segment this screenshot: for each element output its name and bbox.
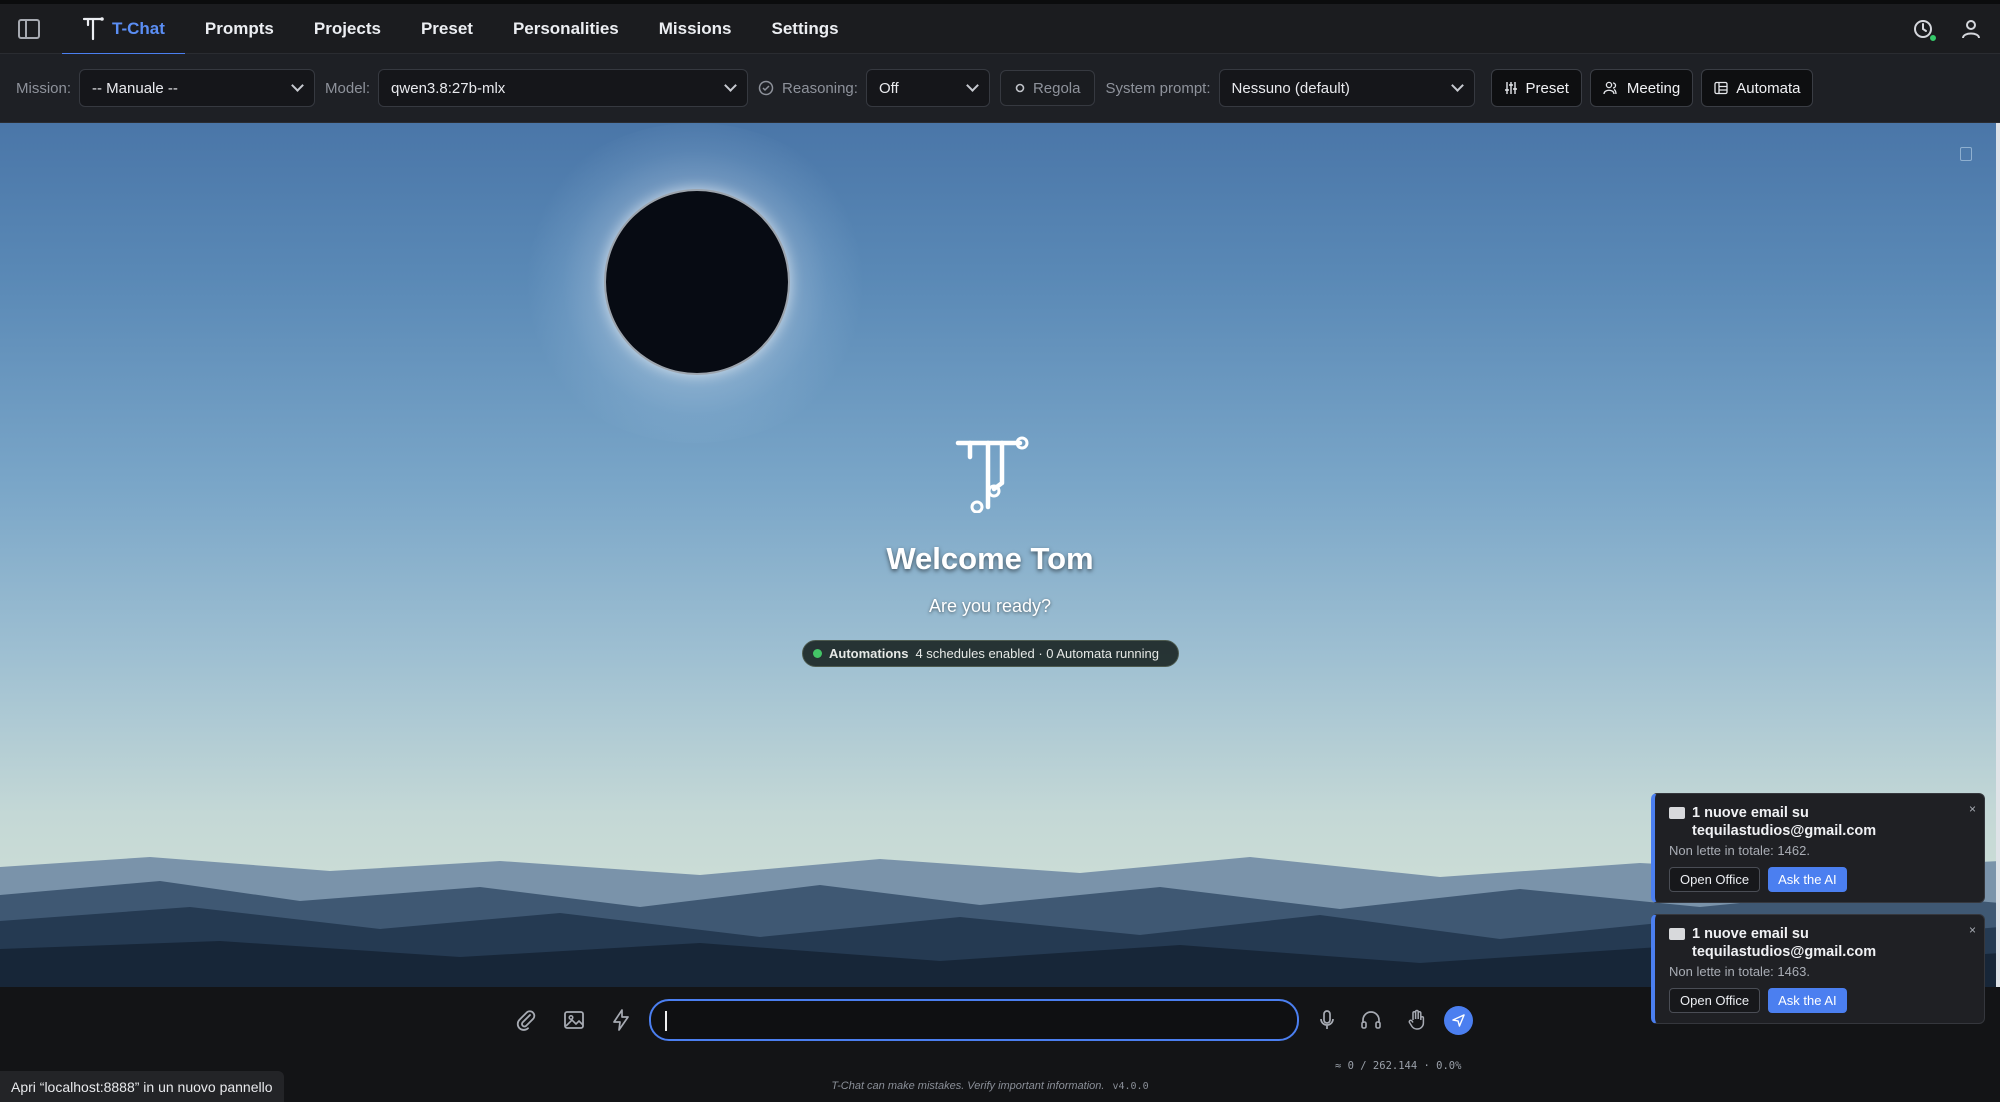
user-icon[interactable] <box>1960 18 1982 40</box>
t-chat-logo-icon <box>82 17 104 41</box>
mission-label: Mission: <box>16 79 72 97</box>
meeting-label: Meeting <box>1626 79 1681 97</box>
nav-item-label: Projects <box>313 19 381 38</box>
version-label: v4.0.0 <box>1112 1081 1149 1092</box>
nav-item-personalities[interactable]: Personalities <box>493 4 639 54</box>
microphone-icon[interactable] <box>1315 1008 1339 1032</box>
reasoning-select[interactable]: Off <box>865 69 990 107</box>
model-label: Model: <box>325 79 371 97</box>
document-icon[interactable] <box>1960 147 1972 161</box>
link-status-tooltip: Apri “localhost:8888” in un nuovo pannel… <box>0 1071 284 1102</box>
automations-label: Automations <box>829 646 909 661</box>
regola-label: Regola <box>1032 79 1081 97</box>
image-icon[interactable] <box>562 1008 586 1032</box>
nav-item-label: Personalities <box>512 19 619 38</box>
top-right-actions <box>1912 18 1982 42</box>
nav-item-t-chat[interactable]: T-Chat <box>62 4 185 55</box>
sidebar-toggle-icon[interactable] <box>18 19 40 39</box>
notification-title: 1 nuove email su tequilastudios@gmail.co… <box>1669 925 1970 961</box>
automations-status-badge[interactable]: Automations 4 schedules enabled · 0 Auto… <box>802 640 1179 667</box>
chevron-down-icon <box>966 79 979 92</box>
nav-item-missions[interactable]: Missions <box>639 4 752 54</box>
chat-toolbar: Mission: -- Manuale -- Model: qwen3.8:27… <box>0 54 2000 123</box>
page-scrollbar[interactable] <box>1996 123 2000 987</box>
nav-item-label: Settings <box>771 19 839 38</box>
token-counter: ≈ 0 / 262.144 · 0.0% <box>1335 1060 1462 1072</box>
layout-icon <box>1714 81 1728 95</box>
chat-message-input[interactable] <box>649 999 1299 1041</box>
model-select[interactable]: qwen3.8:27b-mlx <box>378 69 749 107</box>
automata-button[interactable]: Automata <box>1701 69 1814 107</box>
close-icon[interactable]: × <box>1969 802 1976 816</box>
welcome-subtitle: Are you ready? <box>928 596 1052 616</box>
t-chat-hero-logo-icon <box>955 436 1029 513</box>
gear-icon <box>1015 83 1025 93</box>
send-button[interactable] <box>1444 1006 1473 1035</box>
model-value: qwen3.8:27b-mlx <box>391 79 506 97</box>
notification-actions: Open Office Ask the AI <box>1669 867 1970 892</box>
notification-actions: Open Office Ask the AI <box>1669 988 1970 1013</box>
regola-button[interactable]: Regola <box>999 70 1096 106</box>
open-office-button[interactable]: Open Office <box>1669 988 1761 1013</box>
open-office-button[interactable]: Open Office <box>1669 867 1761 892</box>
mailbox-icon <box>1669 928 1685 940</box>
mission-value: -- Manuale -- <box>92 79 178 97</box>
reasoning-check-icon <box>758 80 774 96</box>
preset-button[interactable]: Preset <box>1490 69 1582 107</box>
eclipse-image <box>604 189 790 375</box>
system-prompt-value: Nessuno (default) <box>1231 79 1350 97</box>
notification-title-text: 1 nuove email su tequilastudios@gmail.co… <box>1692 926 1877 960</box>
hand-icon[interactable] <box>1405 1008 1429 1032</box>
headphones-icon[interactable] <box>1359 1008 1383 1032</box>
nav-item-prompts[interactable]: Prompts <box>185 4 294 54</box>
users-icon <box>1603 81 1617 95</box>
notification-subtitle: Non lette in totale: 1462. <box>1669 843 1810 858</box>
sliders-icon <box>1504 82 1517 94</box>
disclaimer-text: T-Chat can make mistakes. Verify importa… <box>0 1080 1980 1092</box>
chevron-down-icon <box>1450 79 1464 92</box>
nav-item-settings[interactable]: Settings <box>752 4 859 54</box>
close-icon[interactable]: × <box>1969 923 1976 937</box>
email-notification-toast: 1 nuove email su tequilastudios@gmail.co… <box>1651 914 1985 1024</box>
notification-title: 1 nuove email su tequilastudios@gmail.co… <box>1669 804 1970 840</box>
main-nav: T-Chat Prompts Projects Preset Personali… <box>62 4 859 55</box>
ask-the-ai-button[interactable]: Ask the AI <box>1768 867 1847 892</box>
preset-label: Preset <box>1525 79 1569 97</box>
lightning-icon[interactable] <box>609 1008 633 1032</box>
meeting-button[interactable]: Meeting <box>1589 69 1694 107</box>
nav-item-projects[interactable]: Projects <box>294 4 401 54</box>
system-prompt-select[interactable]: Nessuno (default) <box>1218 69 1475 107</box>
mailbox-icon <box>1669 807 1685 819</box>
automata-label: Automata <box>1736 79 1801 97</box>
nav-item-label: Missions <box>658 19 732 38</box>
online-status-dot <box>1929 34 1937 42</box>
nav-item-label: Preset <box>420 19 473 38</box>
nav-item-label: T-Chat <box>112 19 165 38</box>
notification-subtitle: Non lette in totale: 1463. <box>1669 964 1810 979</box>
chevron-down-icon <box>724 79 737 92</box>
disclaimer-message: T-Chat can make mistakes. Verify importa… <box>831 1080 1105 1092</box>
email-notification-toast: 1 nuove email su tequilastudios@gmail.co… <box>1651 793 1985 903</box>
system-prompt-label: System prompt: <box>1105 79 1211 97</box>
top-nav: T-Chat Prompts Projects Preset Personali… <box>0 0 2000 55</box>
ask-the-ai-button[interactable]: Ask the AI <box>1768 988 1847 1013</box>
chevron-down-icon <box>291 79 304 92</box>
mission-select[interactable]: -- Manuale -- <box>79 69 316 107</box>
text-caret <box>665 1011 667 1031</box>
automation-status-dot <box>813 649 822 658</box>
nav-item-preset[interactable]: Preset <box>401 4 493 54</box>
reasoning-label: Reasoning: <box>782 79 858 97</box>
nav-item-label: Prompts <box>204 19 274 38</box>
paperclip-icon[interactable] <box>514 1008 538 1032</box>
reasoning-value: Off <box>878 79 899 97</box>
welcome-heading: Welcome Tom <box>886 541 1094 576</box>
notification-title-text: 1 nuove email su tequilastudios@gmail.co… <box>1692 805 1877 839</box>
send-arrow-icon <box>1452 1014 1465 1027</box>
automations-status-text: 4 schedules enabled · 0 Automata running <box>915 646 1160 661</box>
history-clock-icon[interactable] <box>1912 18 1937 42</box>
